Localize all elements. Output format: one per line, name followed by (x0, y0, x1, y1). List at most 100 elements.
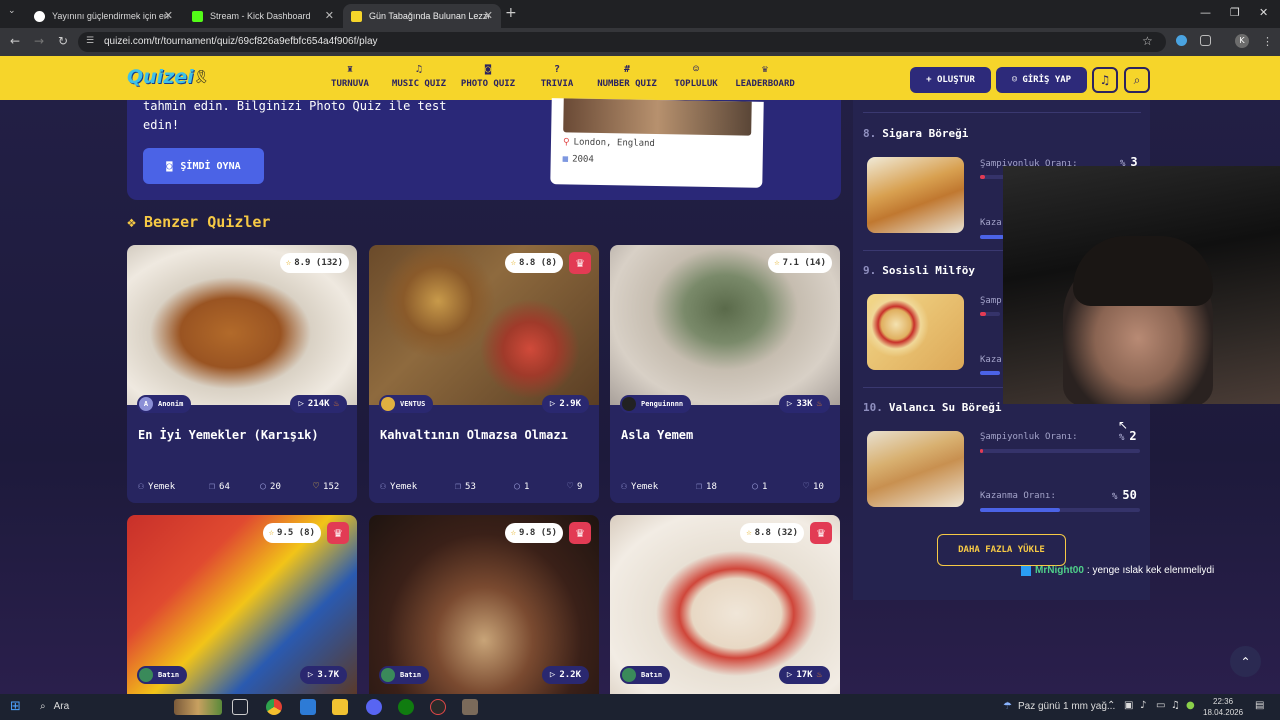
restore-icon[interactable]: ❐ (1230, 6, 1240, 19)
question-icon: ? (553, 64, 561, 75)
new-tab-button[interactable]: + (505, 5, 517, 21)
load-more-button[interactable]: DAHA FAZLA YÜKLE (937, 534, 1066, 566)
notification-bell-button[interactable]: ♫ (1092, 67, 1118, 93)
author-badge[interactable]: VENTUS (379, 395, 434, 413)
site-info-icon[interactable]: ☰ (86, 36, 94, 46)
like-count-text: 152 (323, 481, 340, 492)
reload-icon[interactable]: ↻ (58, 34, 68, 48)
window-close-icon[interactable]: ✕ (1259, 6, 1268, 19)
quiz-card-2[interactable]: ☆ 8.8 (8) ♛ VENTUS ▷ 2.9K Kahvaltının Olma… (369, 245, 599, 503)
bookmark-star-icon[interactable]: ☆ (1142, 34, 1153, 48)
category-icon: ⚇ (138, 481, 145, 492)
chevron-up-icon[interactable]: ⌃ (1107, 700, 1115, 711)
like-count[interactable]: ♡ 10 (803, 481, 824, 492)
discord-icon[interactable] (366, 699, 382, 715)
chrome-icon[interactable] (266, 699, 282, 715)
volume-icon[interactable]: ♫ (1171, 700, 1180, 711)
champion-rate-fill (980, 312, 986, 316)
premium-crown-icon: ♛ (327, 522, 349, 544)
play-icon: ▷ (307, 670, 314, 680)
nav-leaderboard[interactable]: ♛ LEADERBOARD (732, 64, 798, 89)
vscode-icon[interactable] (300, 699, 316, 715)
author-badge[interactable]: Batın (379, 666, 430, 684)
close-icon[interactable]: ✕ (164, 9, 173, 22)
obs-icon[interactable] (430, 699, 446, 715)
url-text[interactable]: quizei.com/tr/tournament/quiz/69cf826a9e… (104, 36, 378, 47)
scroll-to-top-button[interactable]: ⌃ (1230, 646, 1261, 677)
quiz-card-4[interactable]: ☆ 9.5 (8) ♛ Batın ▷ 3.7K (127, 515, 357, 694)
quiz-card-3[interactable]: ☆ 7.1 (14) Penguinnnn ▷ 33K ♨ Asla Yemem ⚇ Y… (610, 245, 840, 503)
nav-trivia[interactable]: ? TRIVIA (536, 64, 578, 89)
like-count[interactable]: ♡ 152 (313, 481, 339, 492)
plays-count: 2.2K (559, 670, 581, 680)
nav-label: TOPLULUK (674, 79, 718, 89)
browser-tab-2[interactable]: Stream - Kick Dashboard ✕ (184, 4, 342, 28)
weather-text: Paz günü 1 mm yağ... (1017, 701, 1116, 712)
profile-avatar[interactable]: K (1235, 34, 1249, 48)
browser-tab-1[interactable]: Yayınını güçlendirmek için en iyi ✕ (26, 4, 181, 28)
tray-status-icon[interactable]: ● (1186, 700, 1195, 711)
login-button[interactable]: ☺ GİRİŞ YAP (996, 67, 1087, 93)
weather-widget[interactable]: ☂ Paz günü 1 mm yağ... (1003, 701, 1115, 712)
rating-count: (32) (776, 528, 798, 538)
create-button[interactable]: + OLUŞTUR (910, 67, 991, 93)
site-logo[interactable]: Quizei (127, 66, 194, 88)
taskbar-search[interactable]: ⌕ Ara (40, 701, 69, 712)
like-count[interactable]: ♡ 9 (567, 481, 582, 492)
menu-dots-icon[interactable]: ⋮ (1262, 35, 1273, 48)
browser-tab-3[interactable]: Gün Tabağında Bulunan Lezzet ✕ (343, 4, 501, 28)
clock[interactable]: 22:36 18.04.2026 (1203, 696, 1243, 718)
tab-search-icon[interactable]: ⌄ (8, 6, 16, 16)
back-icon[interactable]: ← (10, 34, 20, 48)
author-badge[interactable]: A Anonim (137, 395, 192, 413)
nav-photo-quiz[interactable]: ◙ PHOTO QUIZ (458, 64, 518, 89)
network-icon[interactable]: ▭ (1156, 700, 1165, 711)
star-icon: ☆ (285, 258, 292, 268)
play-label: ŞİMDİ OYNA (180, 160, 241, 172)
nav-topluluk[interactable]: ☺ TOPLULUK (670, 64, 722, 89)
ranking-item-8-image (867, 157, 964, 233)
win-rate-bar (980, 508, 1140, 512)
chat-badge-icon (1021, 565, 1031, 576)
task-view-icon[interactable] (232, 699, 248, 715)
extension-icon[interactable] (1176, 35, 1187, 46)
rate-number: 2 (1129, 429, 1137, 443)
author-badge[interactable]: Penguinnnn (620, 395, 692, 413)
quiz-card-5[interactable]: ☆ 9.8 (5) ♛ Batın ▷ 2.2K (369, 515, 599, 694)
close-icon[interactable]: ✕ (325, 9, 334, 22)
win-rate-label: Kaza (980, 355, 1002, 365)
nav-music-quiz[interactable]: ♫ MUSIC QUIZ (388, 64, 450, 89)
nav-turnuva[interactable]: ♜ TURNUVA (324, 64, 376, 89)
nav-number-quiz[interactable]: # NUMBER QUIZ (594, 64, 660, 89)
author-badge[interactable]: Batın (620, 666, 671, 684)
tray-app-icon[interactable]: ▣ (1124, 700, 1133, 711)
questions-icon: ❐ (455, 481, 462, 492)
game-icon[interactable] (462, 699, 478, 715)
search-button[interactable]: ⌕ (1124, 67, 1150, 93)
author-name: Batın (641, 671, 663, 679)
xbox-icon[interactable] (398, 699, 414, 715)
quiz-card-1[interactable]: ☆ 8.9 (132) A Anonim ▷ 214K ♨ En İyi Yemekle… (127, 245, 357, 503)
close-icon[interactable]: ✕ (484, 9, 493, 22)
quiz-title[interactable]: Asla Yemem (621, 426, 831, 445)
play-now-button[interactable]: ◙ ŞİMDİ OYNA (143, 148, 264, 184)
chat-username: MrNight00 (1035, 565, 1084, 576)
clock-date: 18.04.2026 (1203, 708, 1244, 717)
quiz-title[interactable]: Kahvaltının Olmazsa Olmazı (380, 426, 590, 445)
author-badge[interactable]: Batın (137, 666, 188, 684)
microphone-icon[interactable]: ♪ (1140, 700, 1146, 711)
notification-icon[interactable]: ▤ (1255, 700, 1264, 711)
quiz-card-6[interactable]: ☆ 8.8 (32) ♛ Batın ▷ 17K ♨ (610, 515, 840, 694)
champion-rate-label: Şampiyonluk Oranı: (980, 432, 1078, 442)
file-explorer-icon[interactable] (332, 699, 348, 715)
section-title-text: Benzer Quizler (144, 213, 271, 231)
minimize-icon[interactable]: — (1200, 6, 1211, 19)
rating-value: 8.9 (294, 258, 311, 268)
quiz-title[interactable]: En İyi Yemekler (Karışık) (138, 426, 348, 445)
avatar (622, 668, 636, 682)
windows-start-icon[interactable]: ⊞ (10, 699, 21, 714)
win-rate-fill (980, 371, 1000, 375)
rank-number: 8. (863, 127, 877, 140)
extensions-puzzle-icon[interactable] (1200, 35, 1211, 46)
forward-icon[interactable]: → (34, 34, 44, 48)
